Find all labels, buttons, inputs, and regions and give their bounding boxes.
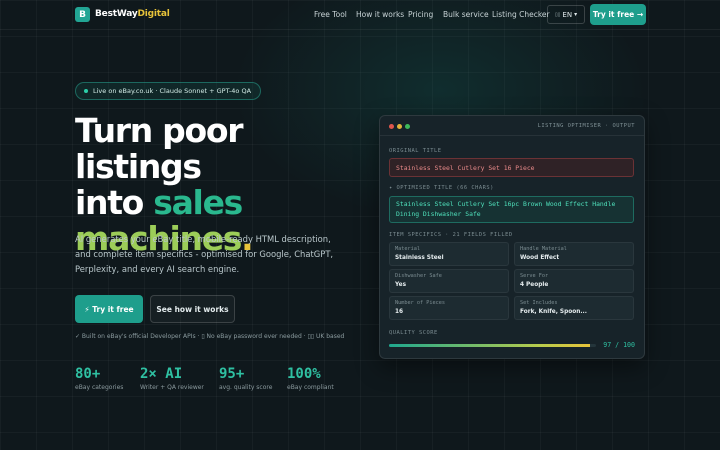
logo-letter: B [79, 9, 86, 20]
headline-into: into [75, 183, 154, 222]
spec-key: Material [395, 246, 420, 252]
nav-link-free-tool[interactable]: Free Tool [314, 10, 347, 19]
spec-key: Dishwasher Safe [395, 273, 442, 279]
stat-label: eBay categories [75, 384, 124, 391]
spec-value: Fork, Knife, Spoon... [520, 309, 587, 315]
spec-value: 4 People [520, 282, 549, 288]
stat-value: 100% [287, 366, 321, 382]
brand-main: BestWay [95, 9, 138, 19]
brand-logo[interactable]: BestWayDigital [95, 9, 170, 19]
card-content: ORIGINAL TITLE Stainless Steel Cutlery S… [379, 0, 645, 450]
spec-set-includes: Set Includes Fork, Knife, Spoon... [514, 296, 634, 320]
stat-quality: 95+ avg. quality score [219, 366, 272, 391]
spec-serve-for: Serve For 4 People [514, 269, 634, 293]
headline-sales: sales [153, 183, 243, 222]
spec-dishwasher-safe: Dishwasher Safe Yes [389, 269, 509, 293]
optimised-title-label: ✦ OPTIMISED TITLE (66 CHARS) [389, 185, 494, 191]
spec-key: Set Includes [520, 300, 558, 306]
spec-value: 16 [395, 309, 404, 315]
live-dot-icon [84, 89, 88, 93]
stat-value: 2× AI [140, 366, 183, 382]
optimised-title-box: Stainless Steel Cutlery Set 16pc Brown W… [389, 196, 634, 223]
headline-line-2: into sales [75, 185, 365, 221]
spec-key: Number of Pieces [395, 300, 445, 306]
spec-handle-material: Handle Material Wood Effect [514, 242, 634, 266]
live-badge: Live on eBay.co.uk · Claude Sonnet + GPT… [75, 82, 262, 100]
quality-score-fill [389, 344, 590, 347]
original-title-label: ORIGINAL TITLE [389, 148, 442, 154]
badge-text: Live on eBay.co.uk · Claude Sonnet + GPT… [93, 87, 252, 95]
spec-value: Wood Effect [520, 255, 560, 261]
quality-score-label: QUALITY SCORE [389, 330, 438, 336]
brand-accent: Digital [137, 9, 170, 19]
logo-icon[interactable]: B [75, 7, 90, 22]
spec-key: Handle Material [520, 246, 567, 252]
stat-ai: 2× AI Writer + QA reviewer [140, 366, 204, 391]
stat-label: avg. quality score [219, 384, 273, 391]
stat-value: 95+ [219, 366, 245, 382]
trust-line: ✓ Built on eBay's official Developer API… [75, 333, 345, 340]
stat-label: eBay compliant [287, 384, 334, 391]
quality-score-value: 97 / 100 [603, 341, 635, 349]
try-free-button[interactable]: ⚡ Try it free [75, 295, 143, 323]
headline-line-1: Turn poor listings [75, 111, 243, 186]
spec-key: Serve For [520, 273, 549, 279]
quality-score-bar [389, 344, 596, 347]
spec-value: Stainless Steel [395, 255, 444, 261]
spec-material: Material Stainless Steel [389, 242, 509, 266]
original-title-box: Stainless Steel Cutlery Set 16 Piece [389, 158, 634, 177]
stat-categories: 80+ eBay categories [75, 366, 123, 391]
see-how-it-works-button[interactable]: See how it works [150, 295, 235, 323]
spec-value: Yes [395, 282, 407, 288]
stat-compliant: 100% eBay compliant [287, 366, 334, 391]
stat-value: 80+ [75, 366, 101, 382]
stat-label: Writer + QA reviewer [140, 384, 204, 391]
spec-number-of-pieces: Number of Pieces 16 [389, 296, 509, 320]
hero-description: AI generates your eBay title, mobile-rea… [75, 234, 334, 274]
item-specifics-label: ITEM SPECIFICS · 21 FIELDS FILLED [389, 232, 513, 238]
